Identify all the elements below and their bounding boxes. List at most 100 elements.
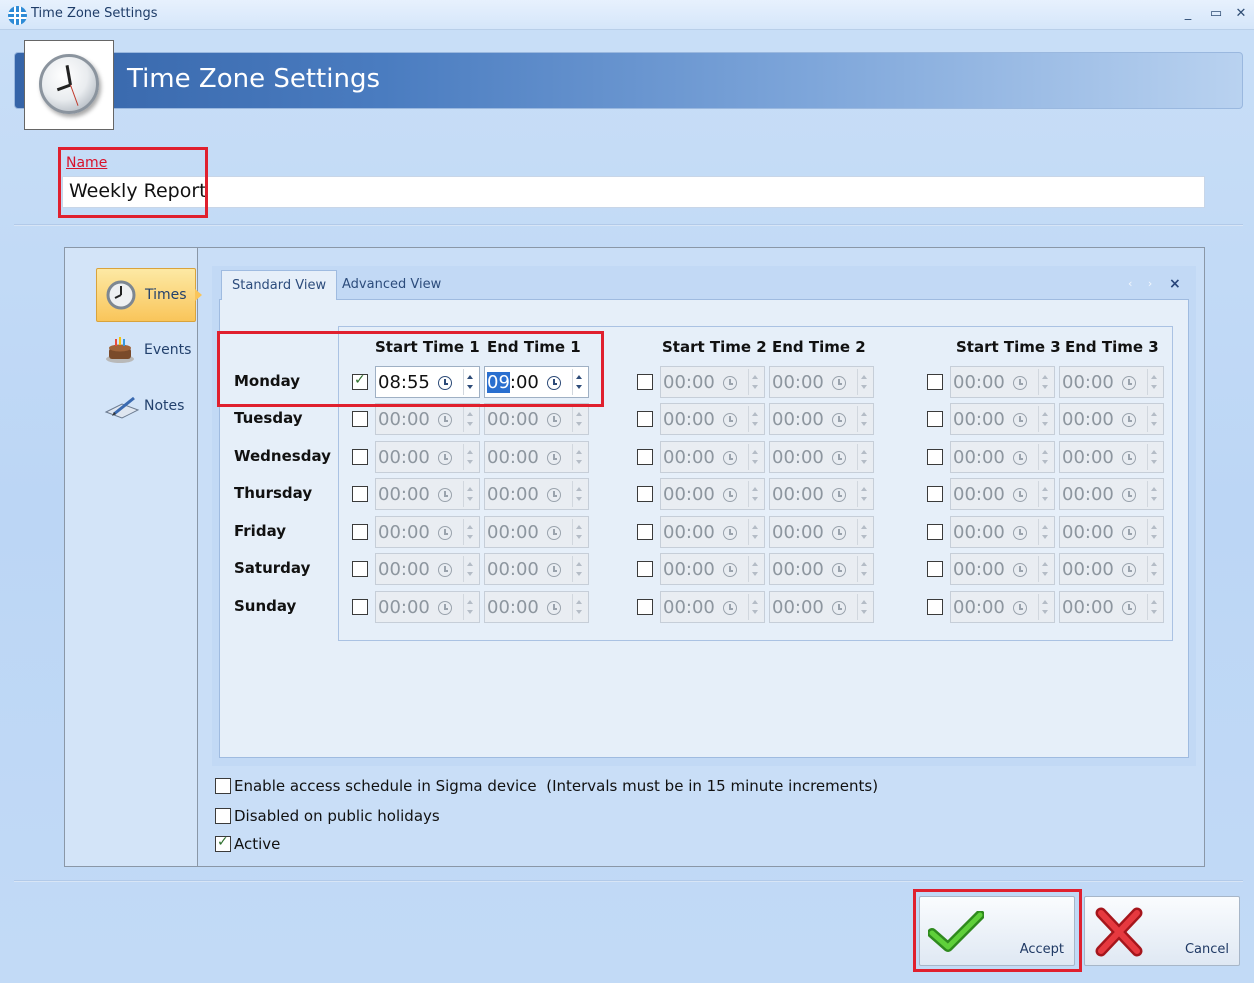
slot-enable-checkbox[interactable] [637, 486, 653, 502]
time-spinner[interactable] [1147, 481, 1161, 507]
slot-enable-checkbox[interactable] [637, 599, 653, 615]
time-spinner[interactable] [748, 519, 762, 545]
slot-enable-checkbox[interactable] [927, 524, 943, 540]
start-time-field[interactable]: 00:00 [660, 441, 765, 473]
clock-icon[interactable] [547, 601, 561, 615]
slot-enable-checkbox[interactable] [927, 374, 943, 390]
time-spinner[interactable] [463, 481, 477, 507]
clock-icon[interactable] [438, 526, 452, 540]
clock-icon[interactable] [832, 563, 846, 577]
end-time-field[interactable]: 00:00 [769, 478, 874, 510]
end-time-field[interactable]: 00:00 [769, 441, 874, 473]
start-time-field[interactable]: 00:00 [950, 403, 1055, 435]
nav-item-notes[interactable]: Notes [96, 380, 196, 434]
time-spinner[interactable] [572, 481, 586, 507]
end-time-field[interactable]: 00:00 [769, 403, 874, 435]
time-spinner[interactable] [748, 594, 762, 620]
end-time-field[interactable]: 00:00 [484, 441, 589, 473]
start-time-field[interactable]: 00:00 [950, 553, 1055, 585]
time-spinner[interactable] [1038, 556, 1052, 582]
nav-item-events[interactable]: Events [96, 324, 196, 378]
slot-enable-checkbox[interactable] [637, 524, 653, 540]
start-time-field[interactable]: 00:00 [950, 516, 1055, 548]
clock-icon[interactable] [832, 413, 846, 427]
slot-enable-checkbox[interactable] [637, 411, 653, 427]
clock-icon[interactable] [1122, 526, 1136, 540]
clock-icon[interactable] [723, 376, 737, 390]
time-spinner[interactable] [572, 519, 586, 545]
tab-close-button[interactable]: × [1169, 276, 1181, 292]
clock-icon[interactable] [1013, 601, 1027, 615]
slot-enable-checkbox[interactable] [637, 374, 653, 390]
clock-icon[interactable] [1013, 413, 1027, 427]
clock-icon[interactable] [438, 488, 452, 502]
clock-icon[interactable] [1013, 376, 1027, 390]
clock-icon[interactable] [832, 376, 846, 390]
time-spinner[interactable] [1038, 406, 1052, 432]
slot-enable-checkbox[interactable] [927, 561, 943, 577]
slot-enable-checkbox[interactable] [352, 411, 368, 427]
time-spinner[interactable] [463, 406, 477, 432]
start-time-field[interactable]: 00:00 [950, 366, 1055, 398]
clock-icon[interactable] [1013, 563, 1027, 577]
end-time-field[interactable]: 00:00 [1059, 441, 1164, 473]
close-window-button[interactable]: ✕ [1230, 4, 1252, 24]
sigma-checkbox[interactable] [215, 778, 231, 794]
start-time-field[interactable]: 00:00 [375, 403, 480, 435]
slot-enable-checkbox[interactable] [927, 486, 943, 502]
clock-icon[interactable] [1013, 488, 1027, 502]
tab-advanced-view[interactable]: Advanced View [332, 270, 451, 300]
time-spinner[interactable] [1038, 594, 1052, 620]
name-field[interactable]: Weekly Report [62, 176, 1205, 208]
time-spinner[interactable] [1147, 594, 1161, 620]
end-time-field[interactable]: 00:00 [769, 366, 874, 398]
time-spinner[interactable] [1147, 444, 1161, 470]
time-spinner[interactable] [748, 556, 762, 582]
slot-enable-checkbox[interactable] [637, 561, 653, 577]
time-spinner[interactable] [463, 556, 477, 582]
start-time-field[interactable]: 00:00 [950, 591, 1055, 623]
time-spinner[interactable] [1147, 406, 1161, 432]
tab-standard-view[interactable]: Standard View [221, 270, 338, 300]
time-spinner[interactable] [748, 444, 762, 470]
clock-icon[interactable] [1122, 451, 1136, 465]
time-spinner[interactable] [1147, 369, 1161, 395]
time-spinner[interactable] [1147, 556, 1161, 582]
time-spinner[interactable] [748, 406, 762, 432]
slot-enable-checkbox[interactable] [352, 561, 368, 577]
clock-icon[interactable] [547, 451, 561, 465]
end-time-field[interactable]: 00:00 [484, 553, 589, 585]
end-time-field[interactable]: 00:00 [1059, 478, 1164, 510]
tab-scroll-arrows[interactable]: ‹ › [1128, 277, 1158, 290]
start-time-field[interactable]: 00:00 [660, 478, 765, 510]
time-spinner[interactable] [463, 519, 477, 545]
slot-enable-checkbox[interactable] [927, 599, 943, 615]
time-spinner[interactable] [748, 481, 762, 507]
end-time-field[interactable]: 00:00 [1059, 403, 1164, 435]
time-spinner[interactable] [857, 444, 871, 470]
clock-icon[interactable] [1122, 601, 1136, 615]
clock-icon[interactable] [1122, 376, 1136, 390]
time-spinner[interactable] [857, 594, 871, 620]
clock-icon[interactable] [832, 488, 846, 502]
time-spinner[interactable] [1038, 481, 1052, 507]
start-time-field[interactable]: 00:00 [660, 366, 765, 398]
clock-icon[interactable] [438, 601, 452, 615]
time-spinner[interactable] [1038, 519, 1052, 545]
start-time-field[interactable]: 00:00 [660, 553, 765, 585]
start-time-field[interactable]: 00:00 [950, 478, 1055, 510]
start-time-field[interactable]: 00:00 [375, 553, 480, 585]
time-spinner[interactable] [857, 369, 871, 395]
clock-icon[interactable] [723, 413, 737, 427]
time-spinner[interactable] [572, 556, 586, 582]
time-spinner[interactable] [572, 444, 586, 470]
end-time-field[interactable]: 00:00 [769, 516, 874, 548]
time-spinner[interactable] [572, 594, 586, 620]
time-spinner[interactable] [748, 369, 762, 395]
clock-icon[interactable] [832, 601, 846, 615]
slot-enable-checkbox[interactable] [352, 449, 368, 465]
time-spinner[interactable] [1038, 444, 1052, 470]
active-checkbox[interactable] [215, 834, 231, 852]
time-spinner[interactable] [1038, 369, 1052, 395]
clock-icon[interactable] [438, 413, 452, 427]
